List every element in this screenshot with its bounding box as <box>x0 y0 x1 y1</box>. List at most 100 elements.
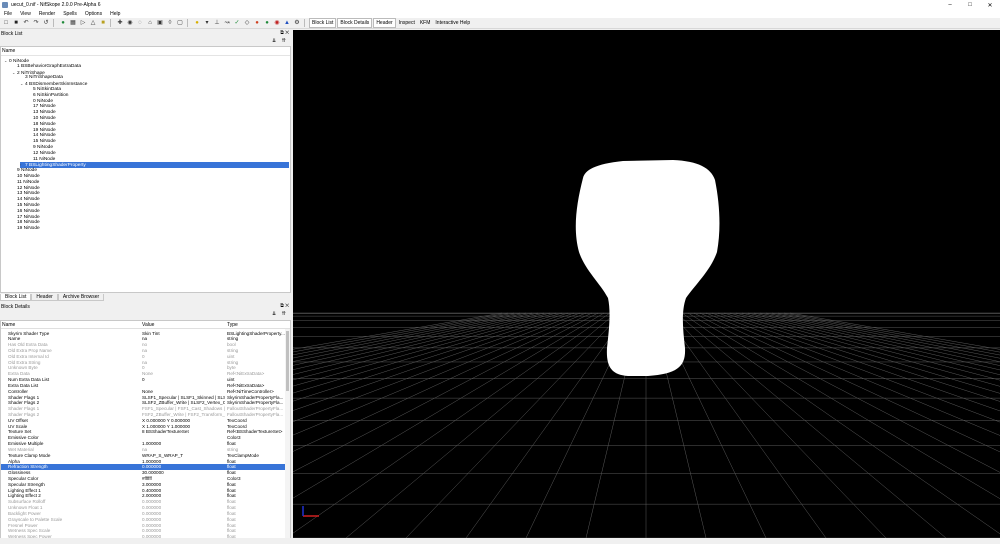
menu-options[interactable]: Options <box>81 11 106 17</box>
vertex-color-icon[interactable]: ✓ <box>233 19 241 27</box>
menu-spells[interactable]: Spells <box>59 11 81 17</box>
close-icon[interactable]: ✕ <box>980 0 1000 10</box>
menu-render[interactable]: Render <box>35 11 59 17</box>
column-header-name[interactable]: Name <box>2 322 15 328</box>
tree-row-label: 17 NiNode <box>17 214 40 220</box>
tree-row-label: 5 NiSkinData <box>33 87 61 92</box>
tree-row-label: 15 NiNode <box>33 139 56 145</box>
tree-row[interactable]: › 7 BSLightingShaderProperty <box>20 162 289 168</box>
walk-icon[interactable]: △ <box>89 19 97 27</box>
select-icon[interactable]: ▷ <box>79 19 87 27</box>
tree-row-label: 10 NiNode <box>33 116 56 121</box>
toolbar-separator <box>187 19 188 27</box>
save-icon[interactable]: ■ <box>12 19 20 27</box>
tab-header[interactable]: Header <box>31 294 58 301</box>
close-icon[interactable]: ✕ <box>285 303 289 309</box>
move-icon[interactable]: ✚ <box>116 19 124 27</box>
float-icon[interactable]: ⧉ <box>280 30 284 36</box>
undo-icon[interactable]: ↶ <box>22 19 30 27</box>
tree-row-label: 11 NiNode <box>33 156 56 162</box>
block-details-table[interactable]: Name Value Type Skyrim Shader Type Skin T… <box>0 320 291 540</box>
minimize-icon[interactable]: – <box>940 0 960 10</box>
block-list-title-bar: Block List ⧉ ✕ <box>0 30 291 38</box>
tree-row-label: 19 NiNode <box>17 226 40 232</box>
panel-controls: ⧉ ✕ <box>280 303 289 309</box>
chevron-down-icon[interactable]: ▾ <box>203 19 211 27</box>
render-viewport[interactable] <box>293 30 1000 538</box>
block-list-title: Block List <box>1 31 23 37</box>
toolbar-separator <box>304 19 305 27</box>
mesh-shape[interactable] <box>575 160 720 376</box>
bounds-icon[interactable]: ▣ <box>156 19 164 27</box>
new-file-icon[interactable]: □ <box>2 19 10 27</box>
palette-icon[interactable]: ◉ <box>273 19 281 27</box>
toolbar-header-button[interactable]: Header <box>373 18 396 28</box>
toolbar: □ ■ ↶ ↷ ↺ ● ▦ ▷ △ ■ ✚ ◉ ◌ ⌂ ▣ ◊ ▢ ● ▾ ⊥ … <box>0 18 1000 29</box>
menu-file[interactable]: File <box>0 11 16 17</box>
hidden-icon[interactable]: ◌ <box>136 19 144 27</box>
load-view-icon[interactable]: ↺ <box>42 19 50 27</box>
marker-icon[interactable]: ● <box>263 19 271 27</box>
column-header-type[interactable]: Type <box>227 322 238 328</box>
toolbar-kfm-button[interactable]: KFM <box>418 19 433 27</box>
skeleton-icon[interactable]: ⌂ <box>146 19 154 27</box>
viewport-canvas[interactable] <box>293 30 1000 538</box>
tree-row-label: 13 NiNode <box>17 191 40 197</box>
tree-row-label: 11 NiNode <box>17 179 40 185</box>
menu-view[interactable]: View <box>16 11 35 17</box>
eye-icon[interactable]: ◉ <box>126 19 134 27</box>
toolbar-block-details-button[interactable]: Block Details <box>337 18 373 28</box>
tree-row-label: 1 BSBehaviorGraphExtraData <box>17 63 81 69</box>
wireframe-icon[interactable]: ◇ <box>243 19 251 27</box>
expand-all-icon[interactable]: ⇊ <box>272 38 276 44</box>
block-list-tree[interactable]: Name ⌄ 0 NiNode 1 BSBehaviorGraphExtraData… <box>0 46 291 293</box>
window-controls: – □ ✕ <box>940 0 1000 10</box>
scrollbar-thumb[interactable] <box>286 331 289 391</box>
app-icon <box>2 2 8 8</box>
globe-icon[interactable]: ● <box>59 19 67 27</box>
collapse-all-icon[interactable]: ⇈ <box>282 38 286 44</box>
box-icon[interactable]: ▢ <box>176 19 184 27</box>
texture-icon[interactable]: ■ <box>99 19 107 27</box>
tree-row-label: 15 NiNode <box>17 203 40 208</box>
panel-controls: ⧉ ✕ <box>280 30 289 36</box>
toolbar-interactive-help-button[interactable]: Interactive Help <box>433 19 472 27</box>
block-details-title-bar: Block Details ⧉ ✕ <box>0 303 291 311</box>
collapse-controls: ⇊ ⇈ <box>272 311 286 317</box>
name-column-header[interactable]: Name <box>2 48 15 54</box>
redo-icon[interactable]: ↷ <box>32 19 40 27</box>
normals-icon[interactable]: ↝ <box>223 19 231 27</box>
float-icon[interactable]: ⧉ <box>280 303 284 309</box>
tab-block-list[interactable]: Block List <box>0 294 32 301</box>
tree-row-label: 14 NiNode <box>33 133 56 139</box>
tree-row-label: 14 NiNode <box>17 197 40 203</box>
details-scrollbar[interactable] <box>285 329 290 539</box>
tree-row-label: 3 NiTriShapeData <box>25 75 63 81</box>
close-icon[interactable]: ✕ <box>285 30 289 36</box>
light-icon[interactable]: ● <box>193 19 201 27</box>
tree-row-label: 17 NiNode <box>33 104 56 110</box>
perspective-icon[interactable]: ▦ <box>69 19 77 27</box>
toolbar-block-list-button[interactable]: Block List <box>309 18 337 28</box>
bone-icon[interactable]: ⊥ <box>213 19 221 27</box>
expand-all-icon[interactable]: ⇊ <box>272 311 276 317</box>
tree-row-label: 18 NiNode <box>17 220 40 226</box>
tree-row-label: 9 NiNode <box>17 168 37 174</box>
shader-icon[interactable]: ◊ <box>166 19 174 27</box>
menu-help[interactable]: Help <box>106 11 124 17</box>
tree-row-label: 19 NiNode <box>33 127 56 133</box>
block-details-title: Block Details <box>1 304 30 310</box>
toolbar-separator <box>110 19 111 27</box>
tree-row-label: 13 NiNode <box>33 110 56 116</box>
shield-icon[interactable]: ▲ <box>283 19 291 27</box>
collapse-all-icon[interactable]: ⇈ <box>282 311 286 317</box>
tree-row[interactable]: 19 NiNode <box>12 226 40 232</box>
tree-row-label: 18 NiNode <box>33 121 56 127</box>
paint-icon[interactable]: ● <box>253 19 261 27</box>
settings-icon[interactable]: ⚙ <box>293 19 301 27</box>
toolbar-inspect-button[interactable]: Inspect <box>397 19 417 27</box>
column-header-value[interactable]: Value <box>142 322 154 328</box>
maximize-icon[interactable]: □ <box>960 0 980 10</box>
tab-archive-browser[interactable]: Archive Browser <box>57 294 105 301</box>
tree-row-label: 12 NiNode <box>33 150 56 156</box>
